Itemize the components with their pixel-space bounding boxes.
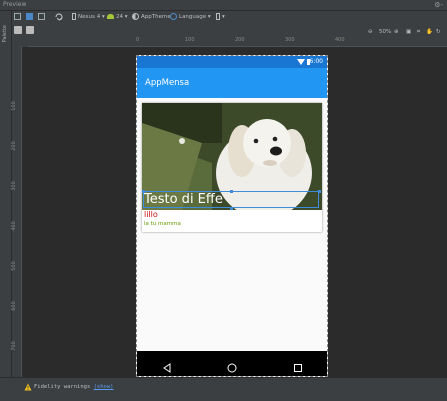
show-layout-decorations-icon[interactable] (14, 26, 22, 34)
device-frame-selector[interactable]: ▾ (216, 12, 225, 23)
fidelity-warning-text: Fidelity warnings (show) (34, 384, 113, 390)
zoom-level: 50% (379, 29, 392, 35)
bottom-status-bar: Fidelity warnings (show) (0, 377, 447, 401)
ruler-left-label: 600 (10, 301, 17, 311)
split-view-icon[interactable] (38, 12, 45, 23)
phone-frame-icon (216, 13, 220, 20)
resize-handle[interactable] (318, 190, 321, 193)
ruler-left-label: 200 (10, 141, 17, 151)
palette-tab[interactable]: Palette (2, 25, 8, 42)
device-name: Nexus 4 (78, 14, 101, 20)
panel-title: Preview (3, 1, 27, 8)
resize-handle[interactable] (230, 207, 233, 210)
device-preview[interactable]: 6:00 AppMensa Testo di Effe lillo la tu … (136, 55, 328, 377)
preview-toolbar: Nexus 4 ▾ 24 ▾ AppTheme Language ▾ ▾ (12, 11, 447, 24)
api-selector[interactable]: 24 ▾ (107, 12, 128, 23)
autoconnect-icon[interactable] (26, 26, 34, 34)
card-title-text[interactable]: Testo di Effe (144, 192, 223, 208)
refresh-icon[interactable]: ↻ (436, 27, 441, 37)
ruler-top-label: 400 (335, 37, 345, 43)
ruler-top-label: 300 (285, 37, 295, 43)
ruler-left-label: 300 (10, 181, 17, 191)
back-icon (162, 358, 172, 377)
language-label: Language (179, 14, 207, 20)
blueprint-view-icon[interactable] (26, 12, 33, 23)
ruler-top-label: 200 (235, 37, 245, 43)
ruler-left-label: 700 (10, 341, 17, 351)
api-level: 24 (116, 14, 123, 20)
card-view[interactable]: Testo di Effe lillo la tu mamma (142, 103, 322, 232)
theme-selector[interactable]: AppTheme (132, 12, 171, 23)
recents-icon (293, 358, 303, 377)
actual-size-icon[interactable]: ⌗ (417, 27, 420, 37)
preview-titlebar: Preview ⚙- (0, 0, 447, 11)
zoom-in-icon[interactable]: ⊕ (394, 27, 399, 37)
navigation-bar (137, 351, 327, 376)
app-title: AppMensa (145, 78, 190, 88)
theme-icon (132, 13, 139, 20)
ruler-top-label: 100 (185, 37, 195, 43)
left-ruler: 100 200 300 400 500 600 700 (10, 46, 22, 381)
android-icon (107, 14, 114, 19)
language-selector[interactable]: Language ▾ (170, 12, 211, 23)
resize-handle[interactable] (230, 190, 233, 193)
home-icon (227, 358, 237, 377)
orientation-icon[interactable] (54, 12, 64, 23)
device-selector[interactable]: Nexus 4 ▾ (72, 12, 105, 23)
wifi-icon (297, 59, 305, 65)
top-ruler: 0 100 200 300 400 (28, 37, 447, 47)
zoom-fit-icon[interactable]: ▣ (406, 27, 411, 37)
ruler-top-label: 0 (136, 37, 140, 43)
ruler-left-label: 400 (10, 221, 17, 231)
zoom-out-icon[interactable]: ⊖ (368, 27, 373, 37)
settings-gear-icon[interactable]: ⚙- (434, 0, 443, 10)
warning-icon (24, 383, 32, 393)
theme-name: AppTheme (141, 14, 171, 20)
ruler-left-label: 100 (10, 101, 17, 111)
phone-icon (72, 13, 76, 20)
card-name-text[interactable]: lillo (144, 210, 158, 220)
show-warnings-link[interactable]: (show) (94, 384, 114, 390)
pan-icon[interactable]: ✋ (426, 27, 433, 37)
status-time: 6:00 (309, 58, 323, 65)
app-bar: AppMensa (137, 68, 327, 98)
warning-label: Fidelity warnings (34, 384, 91, 390)
globe-icon (170, 13, 177, 20)
ruler-left-label: 500 (10, 261, 17, 271)
card-subtitle-text[interactable]: la tu mamma (144, 221, 181, 228)
status-bar: 6:00 (137, 56, 327, 68)
design-canvas[interactable]: 6:00 AppMensa Testo di Effe lillo la tu … (22, 47, 447, 377)
design-view-icon[interactable] (14, 12, 21, 23)
